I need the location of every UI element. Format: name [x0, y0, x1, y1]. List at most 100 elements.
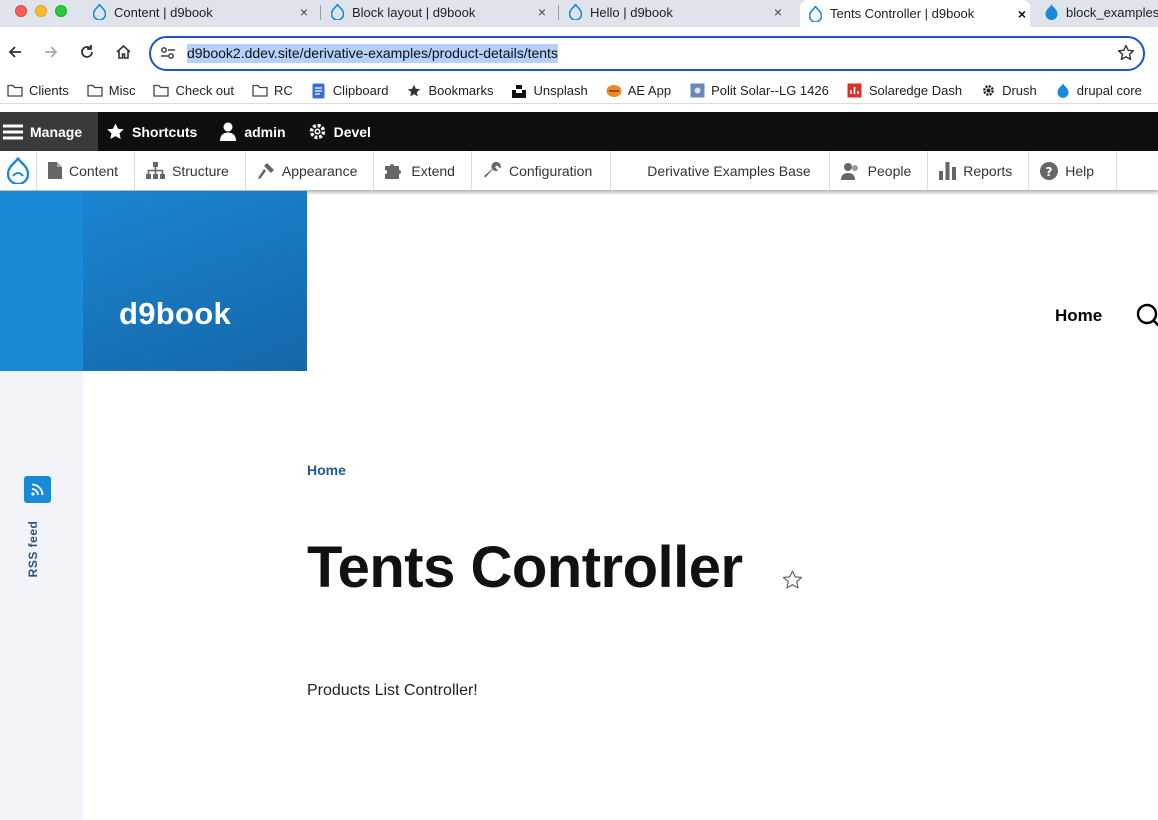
bookmark-item[interactable]: Clients	[7, 83, 69, 99]
star-icon	[106, 123, 125, 141]
wrench-icon	[483, 161, 502, 180]
browser-tab[interactable]: Content | d9book ×	[92, 0, 312, 24]
tab-close-icon[interactable]: ×	[1014, 6, 1030, 22]
bookmark-label: RC	[274, 83, 293, 98]
window-zoom-button[interactable]	[55, 5, 67, 17]
admin-menu-tray: Content Structure Appearance Extend Conf…	[0, 151, 1158, 191]
search-icon[interactable]	[1136, 303, 1158, 332]
home-icon[interactable]	[112, 41, 134, 63]
bookmark-item[interactable]: Drush	[980, 83, 1037, 99]
address-bar[interactable]: d9book2.ddev.site/derivative-examples/pr…	[149, 36, 1145, 71]
menu-label: Reports	[963, 162, 1013, 179]
folder-icon	[153, 83, 170, 99]
menu-label: Structure	[172, 162, 229, 179]
tab-title: block_examples	[1066, 4, 1158, 20]
tab-title: Tents Controller | d9book	[830, 6, 975, 21]
manage-toggle[interactable]: Manage	[0, 112, 98, 151]
bookmark-item[interactable]: Clipboard	[311, 83, 388, 99]
menu-label: Help	[1065, 162, 1095, 179]
tab-close-icon[interactable]: ×	[770, 4, 786, 20]
bookmark-label: AE App	[627, 83, 672, 98]
tab-close-icon[interactable]: ×	[534, 4, 550, 20]
folder-icon	[252, 83, 268, 99]
user-toggle[interactable]: admin	[211, 112, 299, 151]
tab-title: Block layout | d9book	[352, 4, 476, 20]
drupal-favicon-icon	[568, 4, 582, 20]
user-label: admin	[244, 123, 286, 140]
doc-icon	[311, 83, 327, 99]
star-icon	[406, 83, 422, 99]
solar-icon	[689, 83, 705, 99]
breadcrumb-home-link[interactable]: Home	[307, 462, 346, 478]
bookmark-label: Check out	[175, 83, 235, 98]
bookmark-label: Misc	[108, 83, 136, 98]
bookmark-label: Bookmarks	[428, 83, 494, 98]
shortcut-star-icon[interactable]	[782, 570, 803, 593]
rss-feed-icon[interactable]	[24, 476, 51, 503]
site-branding[interactable]: d9book	[83, 191, 307, 371]
rss-feed-label[interactable]: RSS feed	[26, 519, 40, 579]
main-nav-home-link[interactable]: Home	[1055, 306, 1102, 326]
menu-content[interactable]: Content	[37, 151, 136, 190]
bookmark-item[interactable]: Bookmarks	[406, 83, 493, 99]
structure-icon	[146, 162, 166, 179]
drupal-favicon-icon	[1044, 4, 1058, 20]
tab-separator	[558, 5, 559, 20]
bookmark-star-icon[interactable]	[1117, 44, 1135, 65]
bookmarks-bar: Clients Misc Check out RC Clipboard Book…	[0, 78, 1158, 104]
bookmark-label: Polit Solar--LG 1426	[711, 83, 829, 98]
window-close-button[interactable]	[15, 5, 27, 17]
bookmark-item[interactable]: AE App	[606, 83, 671, 99]
folder-icon	[7, 83, 23, 99]
bookmark-item[interactable]: Check out	[153, 83, 234, 99]
window-minimize-button[interactable]	[35, 5, 47, 17]
reload-icon[interactable]	[76, 41, 98, 63]
forward-icon[interactable]	[40, 41, 62, 63]
tab-close-icon[interactable]: ×	[296, 4, 312, 20]
bookmark-item[interactable]: Unsplash	[511, 83, 588, 99]
menu-structure[interactable]: Structure	[135, 151, 246, 190]
menu-derivative-examples-base[interactable]: Derivative Examples Base	[611, 151, 830, 190]
shortcuts-toggle[interactable]: Shortcuts	[98, 112, 211, 151]
user-icon	[219, 122, 237, 141]
gear-icon	[308, 122, 327, 141]
menu-appearance[interactable]: Appearance	[246, 151, 375, 190]
drupal-logo-icon[interactable]	[0, 151, 37, 190]
bookmark-item[interactable]: drupal core	[1055, 83, 1142, 99]
folder-icon	[87, 83, 103, 99]
menu-configuration[interactable]: Configuration	[472, 151, 612, 190]
bookmark-label: Drush	[1002, 83, 1037, 98]
header-left-band	[0, 191, 83, 371]
back-icon[interactable]	[4, 41, 26, 63]
menu-label: Derivative Examples Base	[647, 162, 811, 179]
menu-label: Configuration	[508, 162, 593, 179]
bookmark-item[interactable]: Solaredge Dash	[847, 83, 962, 99]
drupal-admin-toolbar: Manage Shortcuts admin Devel	[0, 112, 1158, 151]
content-icon	[48, 162, 62, 179]
bookmark-item[interactable]: Polit Solar--LG 1426	[689, 83, 829, 99]
reports-icon	[939, 161, 957, 180]
devel-label: Devel	[333, 123, 371, 140]
address-url-text[interactable]: d9book2.ddev.site/derivative-examples/pr…	[187, 44, 558, 63]
menu-people[interactable]: People	[830, 151, 929, 190]
page-title: Tents Controller	[307, 535, 743, 600]
gear-icon	[980, 83, 996, 99]
browser-tab[interactable]: Hello | d9book ×	[568, 0, 786, 24]
menu-reports[interactable]: Reports	[928, 151, 1030, 190]
browser-tab[interactable]: Block layout | d9book ×	[330, 0, 550, 24]
devel-toggle[interactable]: Devel	[300, 112, 385, 151]
bookmark-item[interactable]: RC	[252, 83, 293, 99]
browser-tab-active[interactable]: Tents Controller | d9book ×	[800, 0, 1030, 27]
menu-label: Appearance	[281, 162, 358, 179]
menu-help[interactable]: ? Help	[1029, 151, 1118, 190]
site-name[interactable]: d9book	[119, 296, 231, 332]
unsplash-icon	[511, 83, 527, 99]
drupal-favicon-icon	[808, 5, 822, 22]
people-icon	[840, 162, 861, 180]
menu-extend[interactable]: Extend	[374, 151, 472, 190]
bookmark-item[interactable]: Misc	[87, 83, 136, 99]
site-settings-icon[interactable]	[160, 46, 176, 63]
bookmark-label: Unsplash	[533, 83, 588, 98]
browser-tab[interactable]: block_examples	[1044, 0, 1158, 24]
drupal-favicon-icon	[92, 4, 106, 20]
